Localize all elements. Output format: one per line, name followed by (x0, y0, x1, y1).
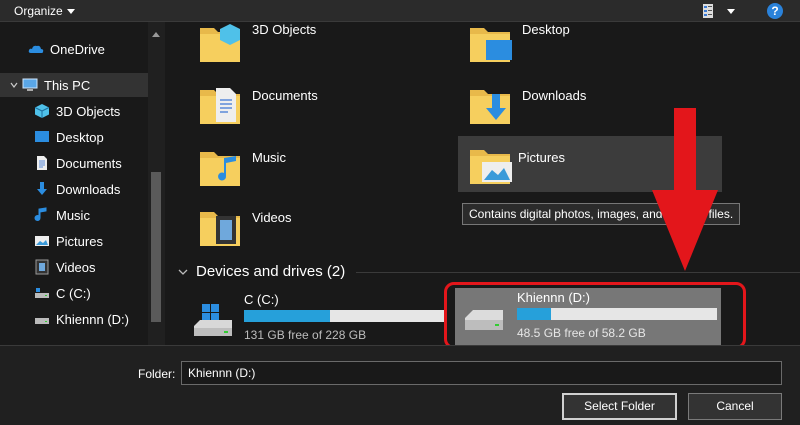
documents-folder-icon (200, 88, 240, 124)
nav-item-label: Videos (56, 259, 96, 275)
videos-folder-icon (200, 212, 240, 246)
cancel-button[interactable]: Cancel (688, 393, 782, 420)
folder-music[interactable]: Music (196, 142, 456, 200)
drive-icon (35, 318, 49, 324)
folder-input[interactable] (181, 361, 782, 385)
chevron-down-icon (10, 82, 18, 88)
video-icon (35, 259, 49, 275)
nav-item-c-drive[interactable]: C (C:) (0, 281, 148, 305)
nav-item-desktop[interactable]: Desktop (0, 125, 148, 149)
pictures-folder-icon (470, 150, 512, 184)
nav-item-label: Downloads (56, 181, 121, 197)
nav-item-label: Music (56, 207, 90, 223)
nav-scrollbar[interactable] (148, 22, 165, 345)
cube-icon (34, 104, 50, 118)
computer-icon (22, 78, 38, 91)
nav-item-this-pc[interactable]: This PC (0, 73, 148, 97)
drive-c[interactable]: C (C:) 131 GB free of 228 GB (182, 290, 452, 348)
cube-folder-icon (200, 24, 240, 62)
drive-icon (35, 288, 49, 298)
folder-videos[interactable]: Videos (196, 202, 456, 260)
nav-item-label: 3D Objects (56, 103, 121, 119)
nav-item-label: Desktop (56, 129, 104, 145)
select-folder-button[interactable]: Select Folder (562, 393, 677, 420)
scrollbar-thumb[interactable] (151, 172, 161, 322)
group-header-label: Devices and drives (2) (196, 263, 346, 280)
annotation-highlight-box (444, 282, 746, 349)
music-folder-icon (200, 152, 240, 186)
drive-free-space: 131 GB free of 228 GB (244, 328, 367, 342)
nav-item-d-drive[interactable]: Khiennn (D:) (0, 307, 148, 331)
nav-item-label: C (C:) (56, 285, 91, 301)
document-icon (37, 156, 47, 170)
folder-label: Downloads (522, 88, 587, 103)
nav-item-videos[interactable]: Videos (0, 255, 148, 279)
music-icon (34, 207, 47, 221)
folder-field-label: Folder: (138, 367, 176, 381)
nav-item-label: Documents (56, 155, 122, 171)
nav-item-documents[interactable]: Documents (0, 151, 148, 175)
scroll-up-icon[interactable] (152, 32, 160, 37)
organize-label: Organize (14, 4, 63, 18)
folder-label: Videos (252, 210, 292, 225)
nav-item-onedrive[interactable]: OneDrive (0, 37, 148, 61)
nav-item-label: Pictures (56, 233, 103, 249)
devices-group-header[interactable]: Devices and drives (2) (178, 263, 345, 280)
folder-3d-objects[interactable]: 3D Objects (196, 18, 456, 76)
picture-icon (35, 236, 49, 246)
annotation-arrow-down-icon (652, 108, 718, 271)
nav-item-music[interactable]: Music (0, 203, 148, 227)
chevron-down-icon (66, 9, 75, 15)
organize-menu[interactable]: Organize (14, 4, 75, 18)
folder-label: 3D Objects (252, 22, 317, 37)
nav-item-label: This PC (44, 77, 91, 93)
nav-item-3d-objects[interactable]: 3D Objects (0, 99, 148, 123)
folder-label: Desktop (522, 22, 570, 37)
nav-item-label: OneDrive (50, 41, 105, 57)
onedrive-icon (28, 45, 44, 53)
folder-desktop[interactable]: Desktop (466, 18, 726, 76)
desktop-folder-icon (470, 28, 512, 62)
drive-name: C (C:) (244, 292, 279, 307)
download-icon (37, 182, 47, 195)
help-button[interactable]: ? (767, 3, 783, 19)
navigation-pane: OneDrive This PC 3D Objects Desktop Docu… (0, 22, 168, 345)
nav-item-label: Khiennn (D:) (56, 311, 129, 327)
dialog-footer: Folder: Select Folder Cancel (0, 345, 800, 425)
windows-drive-icon (194, 304, 232, 336)
folder-label: Documents (252, 88, 318, 103)
folder-label: Music (252, 150, 286, 165)
downloads-folder-icon (470, 90, 510, 124)
nav-item-downloads[interactable]: Downloads (0, 177, 148, 201)
view-options-icon[interactable] (700, 3, 716, 19)
chevron-down-icon (178, 269, 188, 275)
folder-documents[interactable]: Documents (196, 80, 456, 138)
drive-usage-fill (244, 310, 330, 322)
view-dropdown-chevron-icon[interactable] (727, 9, 735, 14)
drive-usage-bar (244, 310, 444, 322)
nav-item-pictures[interactable]: Pictures (0, 229, 148, 253)
group-divider (356, 272, 800, 273)
folder-label: Pictures (518, 150, 565, 165)
desktop-icon (35, 131, 49, 142)
